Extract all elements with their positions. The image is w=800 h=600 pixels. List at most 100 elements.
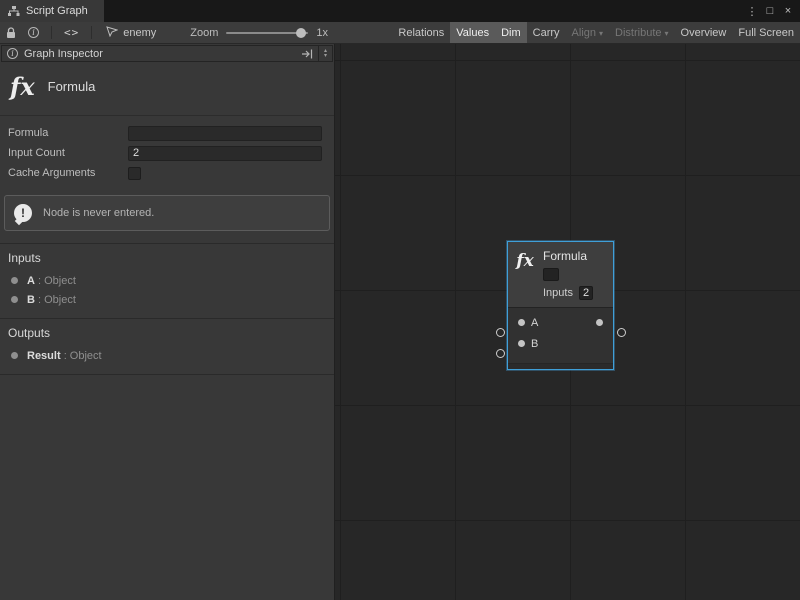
inspect-toggle-button[interactable]: i bbox=[22, 22, 45, 43]
maximize-icon[interactable]: □ bbox=[762, 2, 778, 20]
formula-node[interactable]: fx Formula Inputs 2 A bbox=[507, 241, 614, 370]
carry-button[interactable]: Carry bbox=[527, 22, 566, 43]
relations-button[interactable]: Relations bbox=[392, 22, 450, 43]
zoom-label: Zoom bbox=[190, 27, 218, 39]
dock-icon bbox=[302, 49, 313, 59]
tab-script-graph[interactable]: Script Graph bbox=[0, 0, 104, 22]
port-dot-icon bbox=[11, 352, 18, 359]
node-formula-input[interactable] bbox=[543, 268, 559, 281]
node-title: Formula bbox=[543, 249, 606, 263]
selected-node-title: Formula bbox=[48, 79, 96, 94]
close-icon[interactable]: × bbox=[780, 2, 796, 20]
port-row-b: B bbox=[508, 333, 613, 354]
port-halo-input-b[interactable] bbox=[496, 349, 505, 358]
port-type: : Object bbox=[38, 294, 76, 306]
port-row-a: A bbox=[508, 312, 613, 333]
graph-inspector-header: i Graph Inspector ▴ ▾ bbox=[1, 45, 333, 62]
cache-arguments-checkbox[interactable] bbox=[128, 167, 141, 180]
input-port-row: A : Object bbox=[0, 271, 334, 290]
window-controls: ⋮ □ × bbox=[744, 0, 800, 22]
code-icon: <> bbox=[64, 26, 79, 39]
graph-inspector-header-box: i Graph Inspector bbox=[1, 45, 319, 62]
warning-icon: ! bbox=[14, 204, 32, 222]
formula-fx-icon: fx bbox=[508, 242, 542, 307]
outputs-section-header: Outputs bbox=[0, 318, 334, 346]
port-type: : Object bbox=[38, 275, 76, 287]
overview-button[interactable]: Overview bbox=[675, 22, 733, 43]
edit-graph-button[interactable]: <> bbox=[58, 22, 85, 43]
port-name: B bbox=[27, 294, 35, 306]
port-name: Result bbox=[27, 350, 61, 362]
dock-button[interactable] bbox=[302, 49, 313, 59]
graph-toolbar: i <> enemy Zoom 1x Relations Values Dim … bbox=[0, 22, 800, 44]
chevron-down-icon: ▾ bbox=[599, 29, 603, 38]
formula-fx-icon: fx bbox=[10, 72, 35, 101]
spinner-down-icon[interactable]: ▾ bbox=[324, 54, 327, 59]
dim-button[interactable]: Dim bbox=[495, 22, 527, 43]
inputs-list: A : Object B : Object bbox=[0, 271, 334, 318]
tab-label: Script Graph bbox=[26, 5, 88, 17]
info-icon: i bbox=[28, 27, 39, 38]
graph-inspector-title: Graph Inspector bbox=[24, 48, 103, 60]
node-properties: Formula Input Count 2 Cache Arguments bbox=[0, 116, 334, 185]
node-warning: ! Node is never entered. bbox=[4, 195, 330, 231]
output-port-result[interactable] bbox=[596, 319, 603, 326]
zoom-value: 1x bbox=[316, 27, 328, 39]
toolbar-separator bbox=[51, 26, 52, 39]
zoom-slider-handle[interactable] bbox=[296, 28, 306, 38]
port-label: A bbox=[531, 317, 538, 329]
toolbar-button-group: Relations Values Dim Carry Align ▾ Distr… bbox=[392, 22, 800, 43]
formula-node-header[interactable]: fx Formula Inputs 2 bbox=[508, 242, 613, 307]
graph-target-breadcrumb[interactable]: enemy bbox=[98, 26, 164, 40]
input-count-label: Input Count bbox=[8, 147, 128, 159]
port-dot-icon bbox=[11, 296, 18, 303]
port-dot-icon bbox=[11, 277, 18, 284]
input-port-b[interactable] bbox=[518, 340, 525, 347]
info-icon: i bbox=[7, 48, 18, 59]
port-name: A bbox=[27, 275, 35, 287]
panel-scroll-spinner[interactable]: ▴ ▾ bbox=[319, 45, 333, 62]
formula-field-label: Formula bbox=[8, 127, 128, 139]
cache-arguments-row: Cache Arguments bbox=[0, 163, 334, 183]
port-halo-output[interactable] bbox=[617, 328, 626, 337]
node-input-count[interactable]: 2 bbox=[579, 286, 593, 300]
unity-script-graph-window: Script Graph ⋮ □ × i <> bbox=[0, 0, 800, 600]
align-dropdown[interactable]: Align ▾ bbox=[566, 22, 609, 43]
output-port-row: Result : Object bbox=[0, 346, 334, 365]
input-count-field-row: Input Count 2 bbox=[0, 143, 334, 163]
kebab-menu-icon[interactable]: ⋮ bbox=[744, 2, 760, 20]
warning-text: Node is never entered. bbox=[43, 207, 154, 219]
zoom-slider[interactable] bbox=[226, 26, 308, 40]
chevron-down-icon: ▾ bbox=[665, 29, 669, 38]
selected-node-identity: fx Formula bbox=[0, 62, 334, 116]
lock-button[interactable] bbox=[0, 22, 22, 43]
formula-input[interactable] bbox=[128, 126, 322, 141]
input-count-input[interactable]: 2 bbox=[128, 146, 322, 161]
node-inputs-label: Inputs bbox=[543, 287, 573, 299]
distribute-label: Distribute bbox=[615, 27, 661, 39]
port-halo-input-a[interactable] bbox=[496, 328, 505, 337]
node-inputs-row: Inputs 2 bbox=[543, 286, 606, 300]
align-label: Align bbox=[572, 27, 596, 39]
outputs-list: Result : Object bbox=[0, 346, 334, 374]
values-button[interactable]: Values bbox=[450, 22, 495, 43]
fullscreen-button[interactable]: Full Screen bbox=[732, 22, 800, 43]
target-name: enemy bbox=[123, 27, 156, 39]
graph-inspector-panel: i Graph Inspector ▴ ▾ fx Formula Formula bbox=[0, 44, 335, 600]
cache-arguments-label: Cache Arguments bbox=[8, 167, 128, 179]
pointer-icon bbox=[106, 26, 118, 40]
graph-tab-icon bbox=[8, 6, 20, 17]
input-port-a[interactable] bbox=[518, 319, 525, 326]
graph-canvas[interactable]: fx Formula Inputs 2 A bbox=[335, 44, 800, 600]
lock-icon bbox=[6, 27, 16, 39]
port-label: B bbox=[531, 338, 538, 350]
port-type: : Object bbox=[64, 350, 102, 362]
section-divider bbox=[0, 374, 334, 375]
formula-node-footer bbox=[508, 363, 613, 369]
formula-node-ports: A B bbox=[508, 307, 613, 363]
distribute-dropdown[interactable]: Distribute ▾ bbox=[609, 22, 674, 43]
formula-field-row: Formula bbox=[0, 123, 334, 143]
title-bar: Script Graph ⋮ □ × bbox=[0, 0, 800, 22]
input-port-row: B : Object bbox=[0, 290, 334, 309]
inputs-section-header: Inputs bbox=[0, 243, 334, 271]
